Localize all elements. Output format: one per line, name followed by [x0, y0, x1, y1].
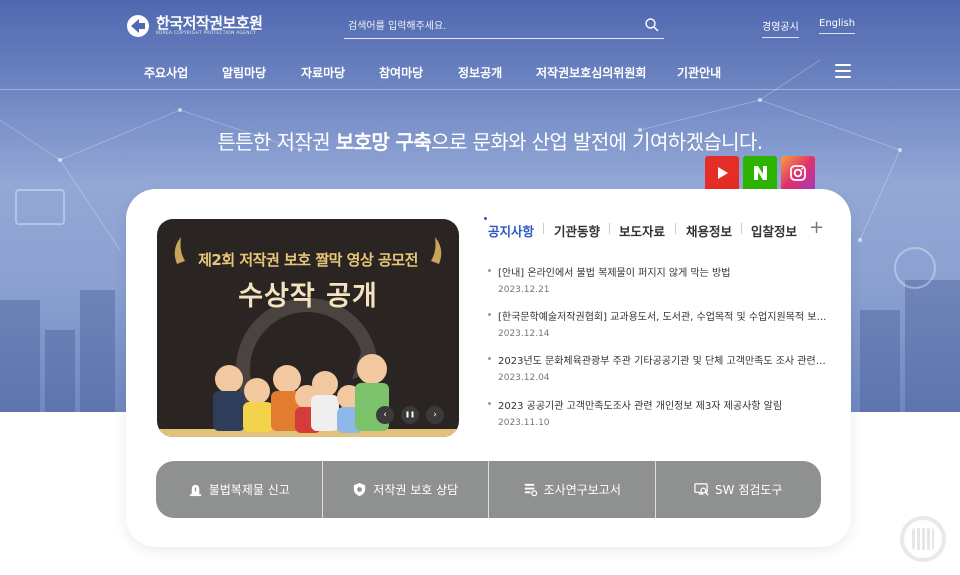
- illegal-copy-report-button[interactable]: 불법복제물 신고: [156, 461, 323, 518]
- gnb-item-main-business[interactable]: 주요사업: [144, 64, 188, 81]
- search-icon[interactable]: [644, 17, 660, 33]
- notice-date: 2023.12.21: [498, 285, 550, 295]
- quick-menu-label: 저작권 보호 상담: [373, 483, 459, 497]
- accessibility-badge-icon: [912, 528, 934, 550]
- banner-next-button[interactable]: ›: [426, 406, 444, 424]
- promo-banner[interactable]: 제2회 저작권 보호 짤막 영상 공모전 수상작 공개 ‹ ❚❚ ›: [157, 219, 459, 437]
- sw-inspection-tool-button[interactable]: SW 점검도구: [656, 461, 822, 518]
- youtube-link[interactable]: [705, 156, 739, 190]
- hero-slogan: 튼튼한 저작권 보호망 구축으로 문화와 산업 발전에 기여하겠습니다.: [0, 126, 960, 155]
- web-accessibility-mark: [900, 516, 946, 562]
- notice-date: 2023.12.04: [498, 373, 550, 383]
- slogan-pre: 튼튼한 저작권: [217, 130, 336, 154]
- list-item[interactable]: 2023년도 문화체육관광부 주관 기타공공기관 및 단체 고객만족도 조사 관…: [488, 352, 828, 383]
- tab-divider: [675, 223, 676, 234]
- report-icon: [524, 483, 537, 497]
- quick-menu-label: SW 점검도구: [715, 483, 783, 497]
- notice-date: 2023.12.14: [498, 329, 550, 339]
- tab-agency-news[interactable]: 기관동향: [554, 221, 600, 240]
- instagram-icon: [790, 165, 806, 181]
- tab-recruitment[interactable]: 채용정보: [686, 221, 732, 240]
- instagram-link[interactable]: [781, 156, 815, 190]
- tab-press-release[interactable]: 보도자료: [619, 221, 665, 240]
- header: 한국저작권보호원 KOREA COPYRIGHT PROTECTION AGEN…: [0, 0, 960, 90]
- notice-title[interactable]: 2023년도 문화체육관광부 주관 기타공공기관 및 단체 고객만족도 조사 관…: [488, 352, 828, 367]
- quick-menu: 불법복제물 신고 저작권 보호 상담 조사연구보고서 SW 점검도구: [156, 461, 821, 518]
- site-logo[interactable]: 한국저작권보호원 KOREA COPYRIGHT PROTECTION AGEN…: [126, 14, 263, 38]
- naver-blog-icon: [754, 166, 767, 180]
- notice-date: 2023.11.10: [498, 418, 550, 428]
- logo-name-en: KOREA COPYRIGHT PROTECTION AGENCY: [156, 31, 256, 36]
- banner-prev-button[interactable]: ‹: [376, 406, 394, 424]
- slogan-bold: 보호망 구축: [335, 130, 432, 154]
- shield-icon: [354, 482, 366, 497]
- notice-title[interactable]: [안내] 온라인에서 불법 복제물이 퍼지지 않게 막는 방법: [488, 264, 828, 279]
- youtube-icon: [718, 167, 728, 179]
- banner-pause-button[interactable]: ❚❚: [401, 406, 419, 424]
- notice-title[interactable]: 2023 공공기관 고객만족도조사 관련 개인정보 제3자 제공사항 알림: [488, 397, 828, 412]
- logo-name-kr: 한국저작권보호원: [156, 14, 263, 32]
- list-item[interactable]: [한국문학예술저작권협회] 교과용도서, 도서관, 수업목적 및 수업지원목적 …: [488, 308, 828, 339]
- quick-menu-label: 불법복제물 신고: [208, 483, 290, 497]
- naver-blog-link[interactable]: [743, 156, 777, 190]
- quick-menu-label: 조사연구보고서: [543, 483, 621, 497]
- banner-title: 수상작 공개: [238, 281, 378, 312]
- tab-bidding[interactable]: 입찰정보: [751, 221, 797, 240]
- banner-subtitle: 제2회 저작권 보호 짤막 영상 공모전: [198, 251, 418, 269]
- slogan-post: 으로 문화와 산업 발전에 기여하겠습니다.: [431, 130, 763, 154]
- list-item[interactable]: [안내] 온라인에서 불법 복제물이 퍼지지 않게 막는 방법 2023.12.…: [488, 264, 828, 295]
- copyright-consultation-button[interactable]: 저작권 보호 상담: [323, 461, 489, 518]
- gnb-item-participation[interactable]: 참여마당: [379, 64, 423, 81]
- alarm-icon: [189, 484, 201, 497]
- research-report-button[interactable]: 조사연구보고서: [489, 461, 656, 518]
- search-bar: [344, 14, 664, 39]
- notice-title[interactable]: [한국문학예술저작권협회] 교과용도서, 도서관, 수업목적 및 수업지원목적 …: [488, 308, 828, 323]
- active-tab-dot: [484, 217, 487, 220]
- agency-logo-icon: [127, 15, 149, 37]
- search-input[interactable]: [348, 16, 628, 36]
- tab-notice[interactable]: 공지사항: [488, 221, 534, 240]
- list-item[interactable]: 2023 공공기관 고객만족도조사 관련 개인정보 제3자 제공사항 알림 20…: [488, 397, 828, 428]
- gnb-item-info-disclosure[interactable]: 정보공개: [458, 64, 502, 81]
- gnb-item-about[interactable]: 기관안내: [677, 64, 721, 81]
- gnb-item-notice[interactable]: 알림마당: [222, 64, 266, 81]
- english-link[interactable]: English: [819, 18, 856, 34]
- gnb-item-review-committee[interactable]: 저작권보호심의위원회: [536, 64, 646, 81]
- tab-divider: [609, 223, 610, 234]
- more-plus-button[interactable]: +: [809, 219, 824, 237]
- management-disclosure-link[interactable]: 경영공시: [762, 18, 799, 38]
- gnb-item-resources[interactable]: 자료마당: [301, 64, 345, 81]
- hamburger-menu-icon[interactable]: [835, 64, 851, 78]
- monitor-search-icon: [694, 483, 709, 496]
- tab-divider: [741, 223, 742, 234]
- tab-divider: [543, 223, 544, 234]
